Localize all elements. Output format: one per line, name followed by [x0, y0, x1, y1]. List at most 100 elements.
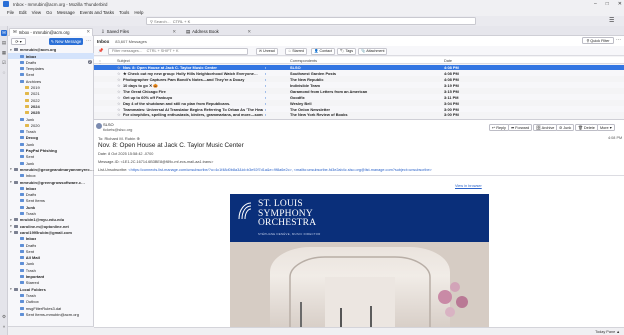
folder-pane-menu-icon[interactable]: ⋯: [86, 38, 91, 44]
filter-unread-button[interactable]: ✉ Unread: [256, 48, 278, 55]
folder-row[interactable]: Drafts 2: [8, 60, 94, 66]
folder-row[interactable]: Sent: [8, 249, 94, 255]
global-search-input[interactable]: ⚲ Search… CTRL + K: [146, 17, 476, 25]
expand-twisty-icon[interactable]: ▾: [10, 167, 13, 171]
folder-row[interactable]: Junk: [8, 116, 94, 122]
folder-row[interactable]: Sent: [8, 72, 94, 78]
folder-row[interactable]: Inbox: [8, 236, 94, 242]
unread-dot-icon[interactable]: •: [265, 112, 266, 117]
settings-gear-icon[interactable]: ⚙: [1, 314, 7, 320]
menu-edit[interactable]: Edit: [19, 10, 27, 15]
account-row[interactable]: ▾ carol1995rubin@gmail.com: [8, 230, 94, 236]
folder-row[interactable]: Decog: [8, 135, 94, 141]
app-menu-icon[interactable]: ☰: [609, 17, 614, 24]
menu-message[interactable]: Message: [57, 10, 75, 15]
menu-tools[interactable]: Tools: [119, 10, 129, 15]
folder-row[interactable]: msgFilterRules3.dat: [8, 305, 94, 311]
expand-twisty-icon[interactable]: ▾: [10, 287, 13, 291]
quick-filter-button[interactable]: ⚲ Quick Filter: [582, 37, 614, 44]
thread-pane-menu-icon[interactable]: ⋯: [616, 37, 621, 43]
thread-column-icon[interactable]: ⋮: [98, 59, 102, 64]
filter-contact-button[interactable]: 👤 Contact: [311, 48, 335, 55]
folder-row[interactable]: Junk: [8, 205, 94, 211]
concert-hall-photo[interactable]: [230, 242, 489, 327]
tasks-space-icon[interactable]: ☑: [1, 60, 7, 66]
account-row[interactable]: ▾ mmrubin@greengrowsoftware.c…: [8, 179, 94, 185]
subject-column-header[interactable]: Subject: [117, 59, 130, 63]
folder-row[interactable]: Inbox: [8, 53, 94, 59]
folder-row[interactable]: Junk: [8, 160, 94, 166]
folder-row[interactable]: Important: [8, 274, 94, 280]
unsubscribe-link[interactable]: <https://connects.list-manage.com/unsubs…: [128, 168, 431, 172]
folder-row[interactable]: Starred: [8, 280, 94, 286]
menu-go[interactable]: Go: [46, 10, 52, 15]
junk-button[interactable]: ⊘ Junk: [556, 124, 575, 131]
filter-messages-input[interactable]: Filter messages… CTRL + SHIFT + K: [108, 48, 248, 55]
chat-space-icon[interactable]: ◌: [1, 70, 7, 76]
mail-space-icon[interactable]: ✉: [1, 30, 7, 36]
folder-row[interactable]: 2019: [8, 85, 94, 91]
account-row[interactable]: ▾ caroline.m@optonline.net: [8, 223, 94, 229]
close-tab-icon[interactable]: ✕: [247, 29, 251, 35]
close-tab-icon[interactable]: ✕: [86, 29, 90, 35]
folder-row[interactable]: Junk: [8, 261, 94, 267]
folder-row[interactable]: Trash: [8, 293, 94, 299]
folder-row[interactable]: Inbox: [8, 173, 94, 179]
close-button[interactable]: ✕: [618, 1, 622, 7]
filter-tags-button[interactable]: 🏷 Tags: [337, 48, 357, 55]
menu-view[interactable]: View: [32, 10, 41, 15]
filter-starred-button[interactable]: ☆ Starred: [285, 48, 308, 55]
message-row[interactable]: ☆ For cinephiles, spelling enthusiasts, b…: [94, 112, 624, 117]
expand-twisty-icon[interactable]: ▾: [10, 230, 13, 234]
account-row[interactable]: ▾ Local Folders: [8, 286, 94, 292]
pin-filter-icon[interactable]: 📌: [98, 48, 103, 54]
tab-address-book[interactable]: ▤ Address Book ✕: [183, 28, 253, 36]
folder-row[interactable]: Outbox: [8, 299, 94, 305]
folder-row[interactable]: Sent: [8, 154, 94, 160]
folder-row[interactable]: Trash: [8, 129, 94, 135]
expand-twisty-icon[interactable]: ▾: [10, 180, 13, 184]
expand-twisty-icon[interactable]: ▾: [10, 224, 13, 228]
folder-row[interactable]: Inbox: [8, 186, 94, 192]
folder-row[interactable]: All Mail: [8, 255, 94, 261]
calendar-space-icon[interactable]: ▦: [1, 50, 7, 56]
folder-row[interactable]: Drafts: [8, 242, 94, 248]
from-address[interactable]: tickets@slso.org: [103, 127, 132, 132]
expand-twisty-icon[interactable]: ▾: [10, 218, 13, 222]
folder-row[interactable]: Sent Items: [8, 198, 94, 204]
tab-inbox[interactable]: ✉ Inbox - mmrubin@acm.org ✕: [9, 27, 93, 36]
minimize-button[interactable]: –: [594, 1, 597, 7]
folder-row[interactable]: Archives: [8, 79, 94, 85]
archive-button[interactable]: 🗄 Archive: [533, 124, 558, 131]
correspondents-column-header[interactable]: Correspondents: [290, 59, 317, 63]
folder-row[interactable]: 2020: [8, 123, 94, 129]
folder-row[interactable]: Sent Items-mmubin@acm.org: [8, 312, 94, 318]
today-pane-toggle[interactable]: Today Pane ▲: [595, 330, 620, 334]
tab-saved-files[interactable]: ⇩ Saved Files ✕: [98, 28, 178, 36]
get-messages-button[interactable]: ⟳ ▾: [11, 38, 26, 45]
folder-row[interactable]: 2024: [8, 104, 94, 110]
view-in-browser-link[interactable]: View in browser: [455, 184, 482, 188]
reply-button[interactable]: ↩ Reply: [489, 124, 509, 131]
account-row[interactable]: ▾ mmrubin@acm.org: [8, 47, 94, 53]
menu-help[interactable]: Help: [134, 10, 143, 15]
folder-row[interactable]: Trash: [8, 268, 94, 274]
folder-row[interactable]: 2022: [8, 97, 94, 103]
folder-row[interactable]: 2025: [8, 110, 94, 116]
forward-button[interactable]: ➦ Forward: [508, 124, 533, 131]
collapse-spaces-icon[interactable]: «: [1, 324, 7, 330]
account-row[interactable]: ▾ mrubin1@myu.edu.edu: [8, 217, 94, 223]
folder-row[interactable]: PayPal Phishing: [8, 148, 94, 154]
new-message-button[interactable]: ✎ New Message: [49, 38, 83, 45]
folder-row[interactable]: Templates: [8, 66, 94, 72]
folder-row[interactable]: Trash: [8, 211, 94, 217]
maximize-button[interactable]: □: [606, 1, 609, 7]
close-tab-icon[interactable]: ✕: [172, 29, 176, 35]
more-button[interactable]: More ▾: [597, 124, 615, 131]
date-column-header[interactable]: Date: [444, 59, 452, 63]
account-row[interactable]: ▾ mmrubin@georgeandmaryannmyrecki…: [8, 167, 94, 173]
expand-twisty-icon[interactable]: ▾: [10, 48, 13, 52]
star-icon[interactable]: ☆: [117, 112, 121, 117]
folder-row[interactable]: Junk: [8, 142, 94, 148]
to-line[interactable]: To: Richard M. Rubin ⊕: [98, 136, 140, 141]
